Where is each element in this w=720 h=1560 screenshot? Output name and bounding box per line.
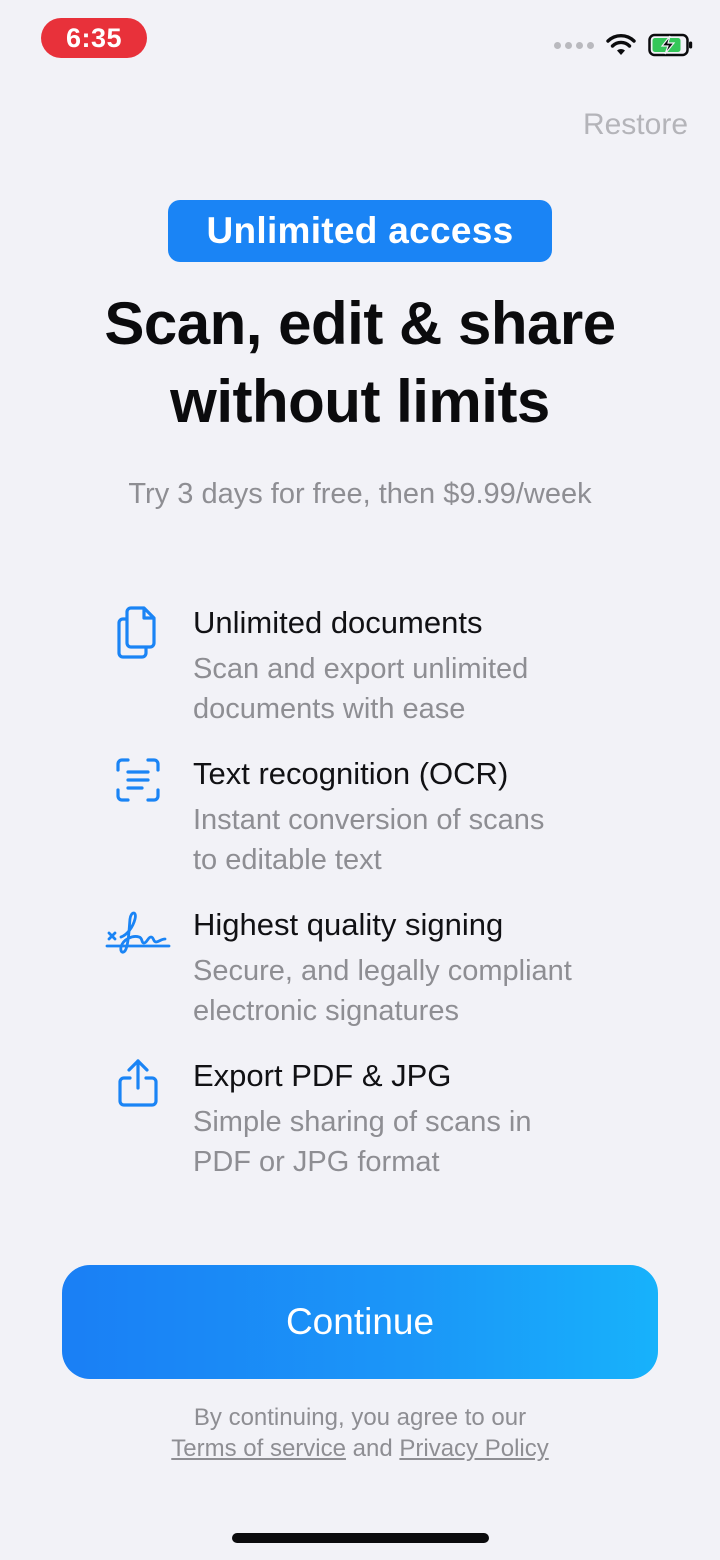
feature-description-line-1: Simple sharing of scans in [193, 1106, 532, 1138]
terms-of-service-link[interactable]: Terms of service [171, 1435, 346, 1462]
wifi-icon [606, 34, 636, 55]
feature-title: Text recognition (OCR) [193, 756, 509, 791]
status-time: 6:35 [41, 18, 147, 58]
unlimited-access-badge: Unlimited access [168, 200, 552, 262]
feature-description-line-1: Secure, and legally compliant [193, 955, 572, 987]
headline-line-1: Scan, edit & share [104, 290, 616, 357]
documents-icon [104, 605, 172, 665]
continue-button[interactable]: Continue [62, 1265, 658, 1379]
feature-title: Unlimited documents [193, 605, 483, 640]
feature-description-line-2: to editable text [193, 844, 382, 876]
headline-line-2: without limits [170, 368, 550, 435]
privacy-policy-link[interactable]: Privacy Policy [399, 1435, 548, 1462]
paywall-screen: 6:35 Restore Unlimited access Scan, edit… [0, 0, 720, 1560]
share-icon [104, 1058, 172, 1118]
home-indicator[interactable] [232, 1533, 489, 1543]
legal-disclaimer: By continuing, you agree to our Terms of… [60, 1402, 660, 1464]
cellular-signal-icon [554, 41, 594, 49]
trial-pricing-text: Try 3 days for free, then $9.99/week [128, 478, 592, 510]
legal-and-text: and [352, 1435, 393, 1462]
text-scan-icon [104, 756, 172, 816]
legal-intro-text: By continuing, you agree to our [193, 1404, 527, 1431]
feature-title: Highest quality signing [193, 907, 504, 942]
feature-description: Secure, and legally compliant electronic… [193, 951, 623, 1031]
feature-description-line-2: documents with ease [193, 693, 466, 725]
feature-description: Simple sharing of scans in PDF or JPG fo… [193, 1102, 623, 1182]
legal-links: Terms of service and Privacy Policy [60, 1433, 660, 1464]
battery-charging-icon [648, 33, 693, 57]
feature-description-line-2: electronic signatures [193, 995, 459, 1027]
feature-description-line-1: Instant conversion of scans [193, 804, 545, 836]
feature-title: Export PDF & JPG [193, 1058, 452, 1093]
signature-icon [104, 907, 172, 967]
feature-description-line-2: PDF or JPG format [193, 1146, 440, 1178]
page-title: Scan, edit & share without limits [40, 285, 680, 441]
feature-description: Scan and export unlimited documents with… [193, 649, 623, 729]
feature-description: Instant conversion of scans to editable … [193, 800, 623, 880]
feature-description-line-1: Scan and export unlimited [193, 653, 529, 685]
restore-button[interactable]: Restore [583, 108, 688, 142]
status-indicators [554, 28, 694, 62]
